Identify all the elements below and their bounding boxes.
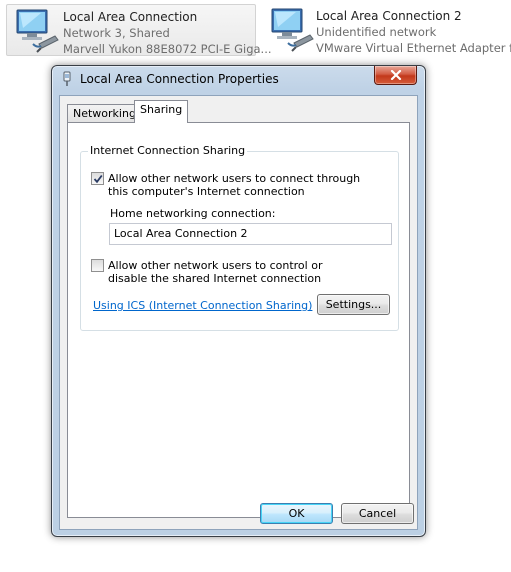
- allow-connect-label: Allow other network users to connect thr…: [108, 172, 361, 198]
- allow-control-checkbox[interactable]: [91, 259, 104, 272]
- close-button[interactable]: [374, 66, 417, 85]
- close-icon: [390, 70, 402, 80]
- network-connection-icon: [63, 71, 71, 86]
- checkmark-icon: [93, 174, 103, 184]
- allow-connect-checkbox[interactable]: [91, 172, 104, 185]
- connection-adapter: VMware Virtual Ethernet Adapter f...: [316, 41, 511, 55]
- ok-button[interactable]: OK: [260, 503, 333, 524]
- ics-help-link[interactable]: Using ICS (Internet Connection Sharing): [93, 299, 312, 312]
- connection-status: Network 3, Shared: [63, 26, 170, 40]
- properties-dialog: Local Area Connection Properties Network…: [51, 65, 426, 537]
- connection-name: Local Area Connection 2: [316, 9, 462, 23]
- network-adapter-icon: [271, 8, 314, 52]
- network-adapter-icon: [16, 9, 59, 53]
- cancel-button[interactable]: Cancel: [341, 503, 414, 524]
- settings-button[interactable]: Settings...: [317, 294, 390, 315]
- sharing-tab-panel: Internet Connection Sharing Allow other …: [67, 122, 410, 518]
- tab-networking[interactable]: Networking: [67, 104, 142, 122]
- connection-tile-local-area[interactable]: Local Area Connection Network 3, Shared …: [6, 4, 272, 56]
- group-title: Internet Connection Sharing: [88, 144, 248, 157]
- home-network-field[interactable]: Local Area Connection 2: [109, 223, 392, 245]
- allow-control-label: Allow other network users to control or …: [108, 259, 323, 285]
- connection-status: Unidentified network: [316, 25, 437, 39]
- home-network-label: Home networking connection:: [110, 207, 276, 220]
- title-bar[interactable]: Local Area Connection Properties: [52, 66, 425, 92]
- connection-name: Local Area Connection: [63, 10, 198, 24]
- tab-sharing[interactable]: Sharing: [134, 100, 189, 123]
- dialog-title: Local Area Connection Properties: [80, 72, 279, 86]
- connection-tile-local-area-2[interactable]: Local Area Connection 2 Unidentified net…: [262, 4, 511, 56]
- connection-adapter: Marvell Yukon 88E8072 PCI-E Giga...: [63, 42, 272, 56]
- dialog-client-area: Networking Sharing Internet Connection S…: [59, 95, 418, 530]
